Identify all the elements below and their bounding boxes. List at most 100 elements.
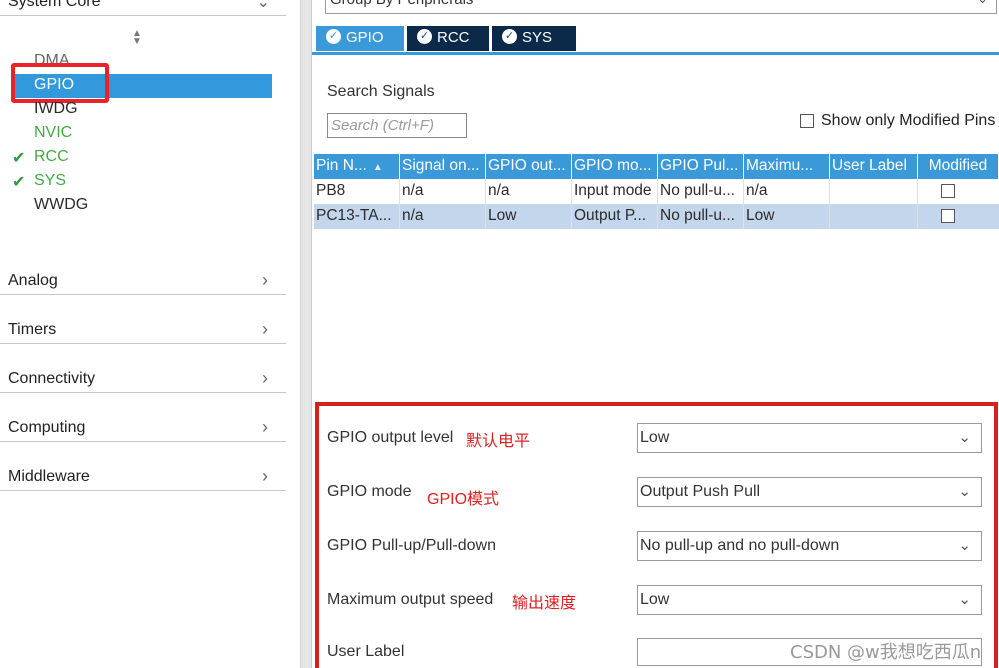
chevron-right-icon: › xyxy=(262,368,268,388)
property-label: GPIO Pull-up/Pull-down xyxy=(327,537,496,554)
check-circle-icon: ✓ xyxy=(417,29,432,44)
table-cell: Low xyxy=(486,204,572,229)
category-label: Connectivity xyxy=(8,370,96,387)
tab-gpio[interactable]: ✓ GPIO xyxy=(316,26,404,51)
table-row[interactable]: PB8 n/a n/a Input mode No pull-u... n/a xyxy=(314,179,999,204)
table-cell xyxy=(830,204,918,229)
check-icon: ✔ xyxy=(12,150,26,167)
property-label: Maximum output speed xyxy=(327,591,494,608)
category-label: Computing xyxy=(8,419,86,436)
annotation-text: 输出速度 xyxy=(512,595,577,612)
tab-sys[interactable]: ✓ SYS xyxy=(492,26,576,51)
tab-rcc[interactable]: ✓ RCC xyxy=(407,26,489,51)
column-header[interactable]: GPIO mo... xyxy=(572,154,658,179)
column-header[interactable]: Maximu... xyxy=(744,154,830,179)
watermark: CSDN @w我想吃西瓜n xyxy=(790,642,982,663)
max-output-speed-select[interactable]: Low ⌄ xyxy=(637,585,982,615)
chevron-down-icon: ⌄ xyxy=(958,537,971,554)
column-header[interactable]: User Label xyxy=(830,154,918,179)
table-header: Pin N... ▲ Signal on... GPIO out... GPIO … xyxy=(314,154,999,179)
chevron-right-icon: › xyxy=(262,319,268,339)
select-value: Low xyxy=(640,429,670,446)
table-cell: Low xyxy=(744,204,830,229)
peripheral-item-nvic[interactable]: NVIC xyxy=(12,122,272,146)
category-timers[interactable]: Timers › xyxy=(0,319,286,344)
sort-asc-icon: ▲ xyxy=(372,162,383,173)
chevron-down-icon: ⌄ xyxy=(977,0,988,7)
chevron-right-icon: › xyxy=(262,466,268,486)
table-cell: n/a xyxy=(400,179,486,204)
annotation-text: 默认电平 xyxy=(466,433,531,450)
categories-panel: System Core ⌄ ▲ ▼ DMA GPIO IWDG NVIC ✔ RC… xyxy=(0,0,300,668)
table-cell: PC13-TA... xyxy=(314,204,400,229)
category-system-core[interactable]: System Core ⌄ xyxy=(0,0,286,16)
peripheral-item-rcc[interactable]: ✔ RCC xyxy=(12,146,272,170)
peripheral-item-wwdg[interactable]: WWDG xyxy=(12,194,272,218)
peripheral-label: SYS xyxy=(34,172,67,189)
chevron-down-icon: ⌄ xyxy=(256,0,270,11)
configuration-panel: Group By Peripherals ⌄ ✓ GPIO ✓ RCC ✓ SY… xyxy=(312,0,999,668)
category-label: System Core xyxy=(8,0,101,10)
chevron-down-icon: ⌄ xyxy=(958,591,971,608)
peripheral-item-sys[interactable]: ✔ SYS xyxy=(12,170,272,194)
peripheral-label: NVIC xyxy=(34,124,73,141)
peripheral-label: IWDG xyxy=(34,100,78,117)
tab-label: GPIO xyxy=(346,29,384,46)
gpio-mode-select[interactable]: Output Push Pull ⌄ xyxy=(637,477,982,507)
peripheral-label: WWDG xyxy=(34,196,89,213)
column-header[interactable]: Signal on... xyxy=(400,154,486,179)
chevron-right-icon: › xyxy=(262,270,268,290)
table-cell: No pull-u... xyxy=(658,204,744,229)
select-value: No pull-up and no pull-down xyxy=(640,537,840,554)
category-connectivity[interactable]: Connectivity › xyxy=(0,368,286,393)
select-value: Output Push Pull xyxy=(640,483,761,500)
column-header[interactable]: GPIO Pul... xyxy=(658,154,744,179)
check-circle-icon: ✓ xyxy=(502,29,517,44)
check-icon: ✔ xyxy=(12,174,26,191)
category-analog[interactable]: Analog › xyxy=(0,270,286,295)
modified-checkbox[interactable] xyxy=(941,209,955,223)
gpio-pull-select[interactable]: No pull-up and no pull-down ⌄ xyxy=(637,531,982,561)
modified-cell xyxy=(918,179,999,204)
gpio-highlight-box xyxy=(11,63,109,103)
table-row[interactable]: PC13-TA... n/a Low Output P... No pull-u… xyxy=(314,204,999,229)
table-cell: Input mode xyxy=(572,179,658,204)
table-cell: PB8 xyxy=(314,179,400,204)
chevron-right-icon: › xyxy=(262,417,268,437)
modified-checkbox[interactable] xyxy=(941,184,955,198)
property-label: User Label xyxy=(327,643,405,660)
gpio-output-level-select[interactable]: Low ⌄ xyxy=(637,423,982,453)
checkbox-label: Show only Modified Pins xyxy=(821,112,996,129)
category-label: Middleware xyxy=(8,468,90,485)
search-label: Search Signals xyxy=(327,83,435,100)
modified-cell xyxy=(918,204,999,229)
table-cell: Output P... xyxy=(572,204,658,229)
column-header[interactable]: Pin N... ▲ xyxy=(314,154,400,179)
table-cell: n/a xyxy=(744,179,830,204)
category-label: Analog xyxy=(8,272,58,289)
panel-splitter[interactable] xyxy=(300,0,312,668)
checkbox-box[interactable] xyxy=(800,114,814,128)
select-value: Low xyxy=(640,591,670,608)
category-computing[interactable]: Computing › xyxy=(0,417,286,442)
table-cell: No pull-u... xyxy=(658,179,744,204)
group-by-value: Group By Peripherals xyxy=(330,0,473,8)
annotation-text: GPIO模式 xyxy=(427,491,500,508)
sort-icon[interactable]: ▲ ▼ xyxy=(132,29,142,47)
search-input[interactable] xyxy=(327,113,467,138)
tab-label: SYS xyxy=(522,29,553,46)
chevron-down-icon: ⌄ xyxy=(958,429,971,446)
column-header[interactable]: GPIO out... xyxy=(486,154,572,179)
category-middleware[interactable]: Middleware › xyxy=(0,466,286,491)
group-by-select[interactable]: Group By Peripherals ⌄ xyxy=(325,0,997,14)
table-cell xyxy=(830,179,918,204)
property-label: GPIO mode xyxy=(327,483,412,500)
table-cell: n/a xyxy=(486,179,572,204)
tab-underline xyxy=(312,52,999,55)
peripheral-item-iwdg[interactable]: IWDG xyxy=(12,98,272,122)
tab-label: RCC xyxy=(437,29,470,46)
category-label: Timers xyxy=(8,321,57,338)
check-circle-icon: ✓ xyxy=(326,29,341,44)
column-header[interactable]: Modified xyxy=(918,154,999,179)
property-label: GPIO output level xyxy=(327,429,454,446)
